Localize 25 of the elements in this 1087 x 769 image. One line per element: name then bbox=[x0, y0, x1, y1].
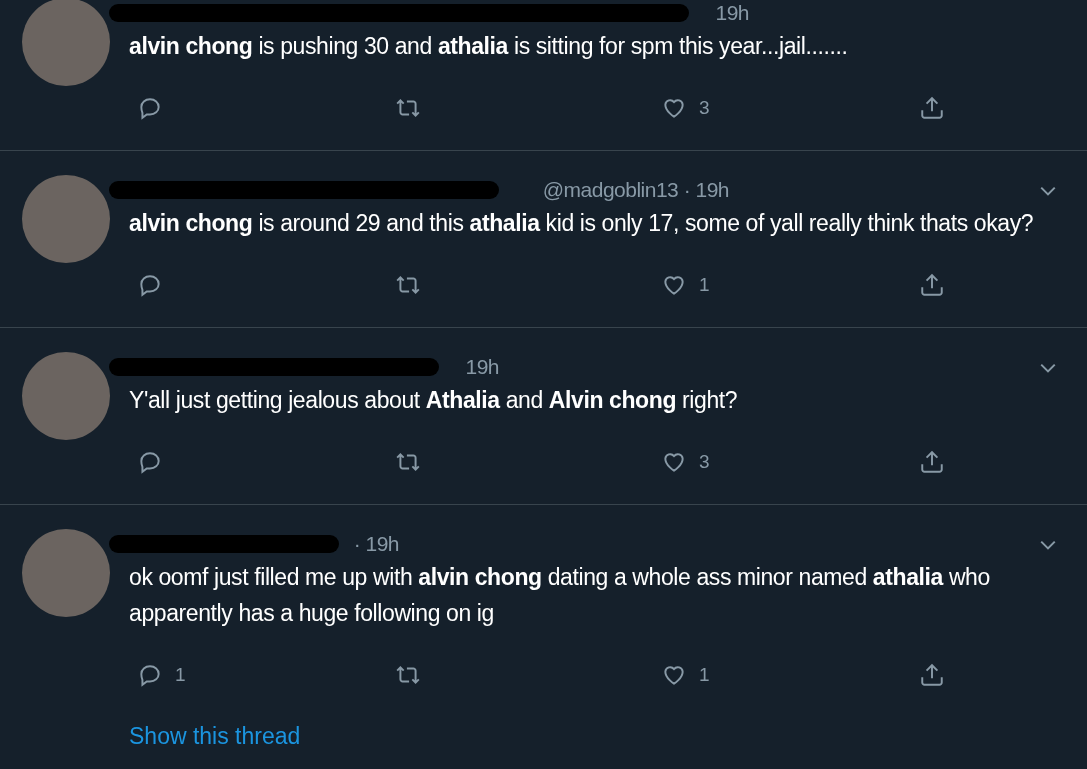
tweet-text: Y'all just getting jealous about Athalia and Alvin chong right? bbox=[129, 386, 739, 415]
chevron-icon[interactable] bbox=[1039, 539, 1057, 551]
tweet-meta: 19h bbox=[715, 1, 749, 25]
chevron-icon[interactable] bbox=[1039, 362, 1057, 374]
tweet-text: alvin chong is pushing 30 and athalia is sitting for spm this year...jail....... bbox=[129, 32, 849, 61]
like-count: 3 bbox=[699, 97, 710, 119]
tweet-meta: 19h bbox=[465, 355, 499, 379]
reply-icon[interactable] bbox=[137, 272, 163, 298]
reply-count: 1 bbox=[175, 664, 186, 686]
chevron-icon[interactable] bbox=[1039, 185, 1057, 197]
share-icon[interactable] bbox=[919, 662, 945, 688]
share-icon[interactable] bbox=[919, 449, 945, 475]
like-count: 1 bbox=[699, 664, 710, 686]
tweet-meta: · 19h bbox=[353, 532, 399, 556]
tweet-text: ok oomf just filled me up with alvin chong dating a whole ass minor named athalia who apparently has a huge following on ig bbox=[129, 563, 991, 628]
like-count: 1 bbox=[699, 274, 710, 296]
reply-icon[interactable] bbox=[137, 95, 163, 121]
share-icon[interactable] bbox=[919, 272, 945, 298]
tweet-meta: @madgoblin13 · 19h bbox=[542, 178, 729, 202]
like-count: 3 bbox=[699, 451, 710, 473]
reply-icon[interactable] bbox=[137, 662, 163, 688]
reply-icon[interactable] bbox=[137, 449, 163, 475]
share-icon[interactable] bbox=[919, 95, 945, 121]
tweet-text: alvin chong is around 29 and this athalia kid is only 17, some of yall really think thats okay? bbox=[129, 209, 1035, 238]
show-thread-link[interactable]: Show this thread bbox=[129, 723, 301, 750]
